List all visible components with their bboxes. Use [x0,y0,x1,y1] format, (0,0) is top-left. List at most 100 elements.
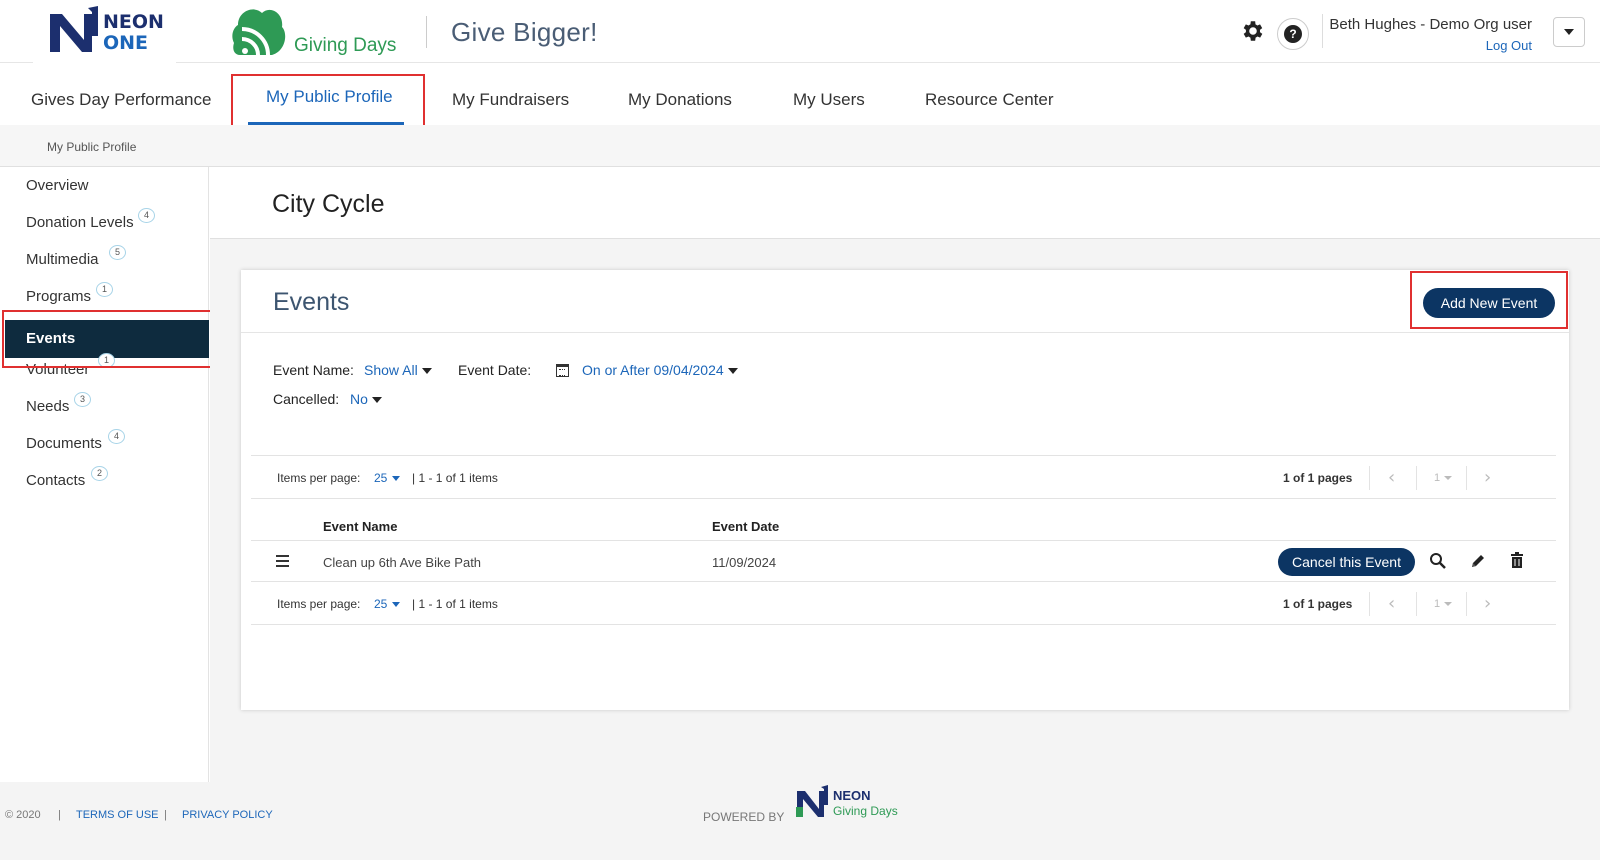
cancelled-filter-value: No [350,391,368,407]
pager-divider [1369,592,1370,616]
items-per-page-label: Items per page: [277,597,361,611]
terms-of-use-link[interactable]: TERMS OF USE [76,809,159,821]
count-badge: 4 [138,208,155,223]
pager-divider [1466,466,1467,490]
items-per-page-value: 25 [374,597,388,611]
count-badge: 5 [109,245,126,260]
caret-down-icon [1444,476,1453,481]
pager-divider [1416,466,1417,490]
filter-panel: Event Name: Show All Event Date: On or A… [251,353,1556,453]
sidebar-item-label: Events [26,330,76,347]
sidebar-item-label: Multimedia [26,251,99,268]
prev-page-icon[interactable]: ‹ [1388,593,1395,614]
nav-my-donations[interactable]: My Donations [628,90,732,110]
question-mark-glyph: ? [1284,25,1302,43]
column-header-event-date[interactable]: Event Date [712,519,779,534]
page-title: City Cycle [272,190,385,218]
caret-down-icon [1444,602,1453,607]
subnav-my-public-profile[interactable]: My Public Profile [47,140,136,154]
tagline: Give Bigger! [451,17,598,47]
footer-neon-logo: NEON Giving Days [795,782,915,822]
header-divider-right [1322,14,1323,48]
page-select-value: 1 [1434,598,1441,610]
item-range: | 1 - 1 of 1 items [412,471,498,485]
footer-logo-line1: NEON [833,788,871,803]
giving-days-logo[interactable]: Giving Days [232,5,402,60]
pager-top: Items per page: 25 | 1 - 1 of 1 items 1 … [251,455,1556,499]
sidebar-item-label: Contacts [26,472,86,489]
gear-icon[interactable] [1240,18,1266,44]
prev-page-icon[interactable]: ‹ [1388,467,1395,488]
item-range: | 1 - 1 of 1 items [412,597,498,611]
card-header: Events Add New Event [241,270,1569,333]
sidebar-item-contacts[interactable]: Contacts [26,472,85,489]
count-badge: 1 [96,282,113,297]
sidebar: Overview Donation Levels 4 Multimedia 5 … [0,167,209,782]
sidebar-item-label: Programs [26,288,92,305]
items-per-page-value: 25 [374,471,388,485]
sidebar-item-label: Needs [26,398,70,415]
logout-link[interactable]: Log Out [1486,38,1532,53]
event-date-cell: 11/09/2024 [712,555,777,570]
neon-mark-icon [796,785,828,817]
page-select[interactable]: 1 [1434,472,1453,484]
nav-gives-day-performance[interactable]: Gives Day Performance [31,90,211,110]
page-count: 1 of 1 pages [1283,597,1353,611]
add-new-event-button[interactable]: Add New Event [1423,288,1555,318]
pager-divider [1466,592,1467,616]
pager-divider [1416,592,1417,616]
cancelled-filter[interactable]: No [350,391,382,407]
neon-one-logo[interactable]: NEON ONE [33,0,176,63]
calendar-icon [556,364,569,377]
sidebar-item-label: Documents [26,435,102,452]
event-name-filter-value: Show All [364,362,418,378]
card-title: Events [273,288,350,316]
column-header-event-name[interactable]: Event Name [323,519,397,534]
neon-one-wordmark: NEON ONE [103,12,164,54]
event-name-filter-label: Event Name: [273,362,354,378]
count-badge: 1 [98,353,115,368]
items-per-page-select[interactable]: 25 [374,597,401,611]
copyright: © 2020 [5,809,41,821]
main-nav: Gives Day Performance My Public Profile … [0,63,1600,125]
privacy-policy-link[interactable]: PRIVACY POLICY [182,809,273,821]
nav-my-fundraisers[interactable]: My Fundraisers [452,90,569,110]
cancel-event-button[interactable]: Cancel this Event [1278,548,1415,576]
pager-bottom: Items per page: 25 | 1 - 1 of 1 items 1 … [251,581,1556,625]
brand-line2: ONE [103,32,149,54]
sidebar-item-donation-levels[interactable]: Donation Levels [26,214,134,231]
event-name-filter[interactable]: Show All [364,362,432,378]
sidebar-item-multimedia[interactable]: Multimedia [26,251,99,268]
sidebar-item-documents[interactable]: Documents [26,435,102,452]
count-badge: 4 [108,429,125,444]
edit-pencil-icon[interactable] [1469,552,1487,570]
count-badge: 3 [74,392,91,407]
event-date-filter[interactable]: On or After 09/04/2024 [582,362,738,378]
sidebar-item-needs[interactable]: Needs [26,398,69,415]
powered-by-label: POWERED BY [703,810,785,824]
drag-handle-icon[interactable] [276,555,289,570]
nav-my-public-profile[interactable]: My Public Profile [266,87,393,107]
footer-separator: | [164,809,167,821]
help-icon[interactable]: ? [1277,18,1309,50]
footer-logo-line2: Giving Days [833,804,898,818]
sidebar-item-overview[interactable]: Overview [26,177,89,194]
search-icon[interactable] [1429,552,1447,570]
items-per-page-select[interactable]: 25 [374,471,401,485]
items-per-page-label: Items per page: [277,471,361,485]
sidebar-item-label: Overview [26,177,89,194]
user-menu-button[interactable] [1553,17,1585,47]
page-select[interactable]: 1 [1434,598,1453,610]
footer: © 2020 | TERMS OF USE | PRIVACY POLICY P… [0,782,1600,860]
sidebar-item-volunteer[interactable]: Volunteer [26,361,89,378]
event-date-filter-value: On or After 09/04/2024 [582,362,724,378]
nav-resource-center[interactable]: Resource Center [925,90,1054,110]
caret-down-icon [727,368,738,375]
sidebar-item-programs[interactable]: Programs [26,288,91,305]
next-page-icon[interactable]: › [1484,467,1491,488]
brand-line1: NEON [103,11,164,33]
next-page-icon[interactable]: › [1484,593,1491,614]
trash-icon[interactable] [1508,552,1526,570]
sidebar-item-label: Volunteer [26,361,90,378]
nav-my-users[interactable]: My Users [793,90,865,110]
